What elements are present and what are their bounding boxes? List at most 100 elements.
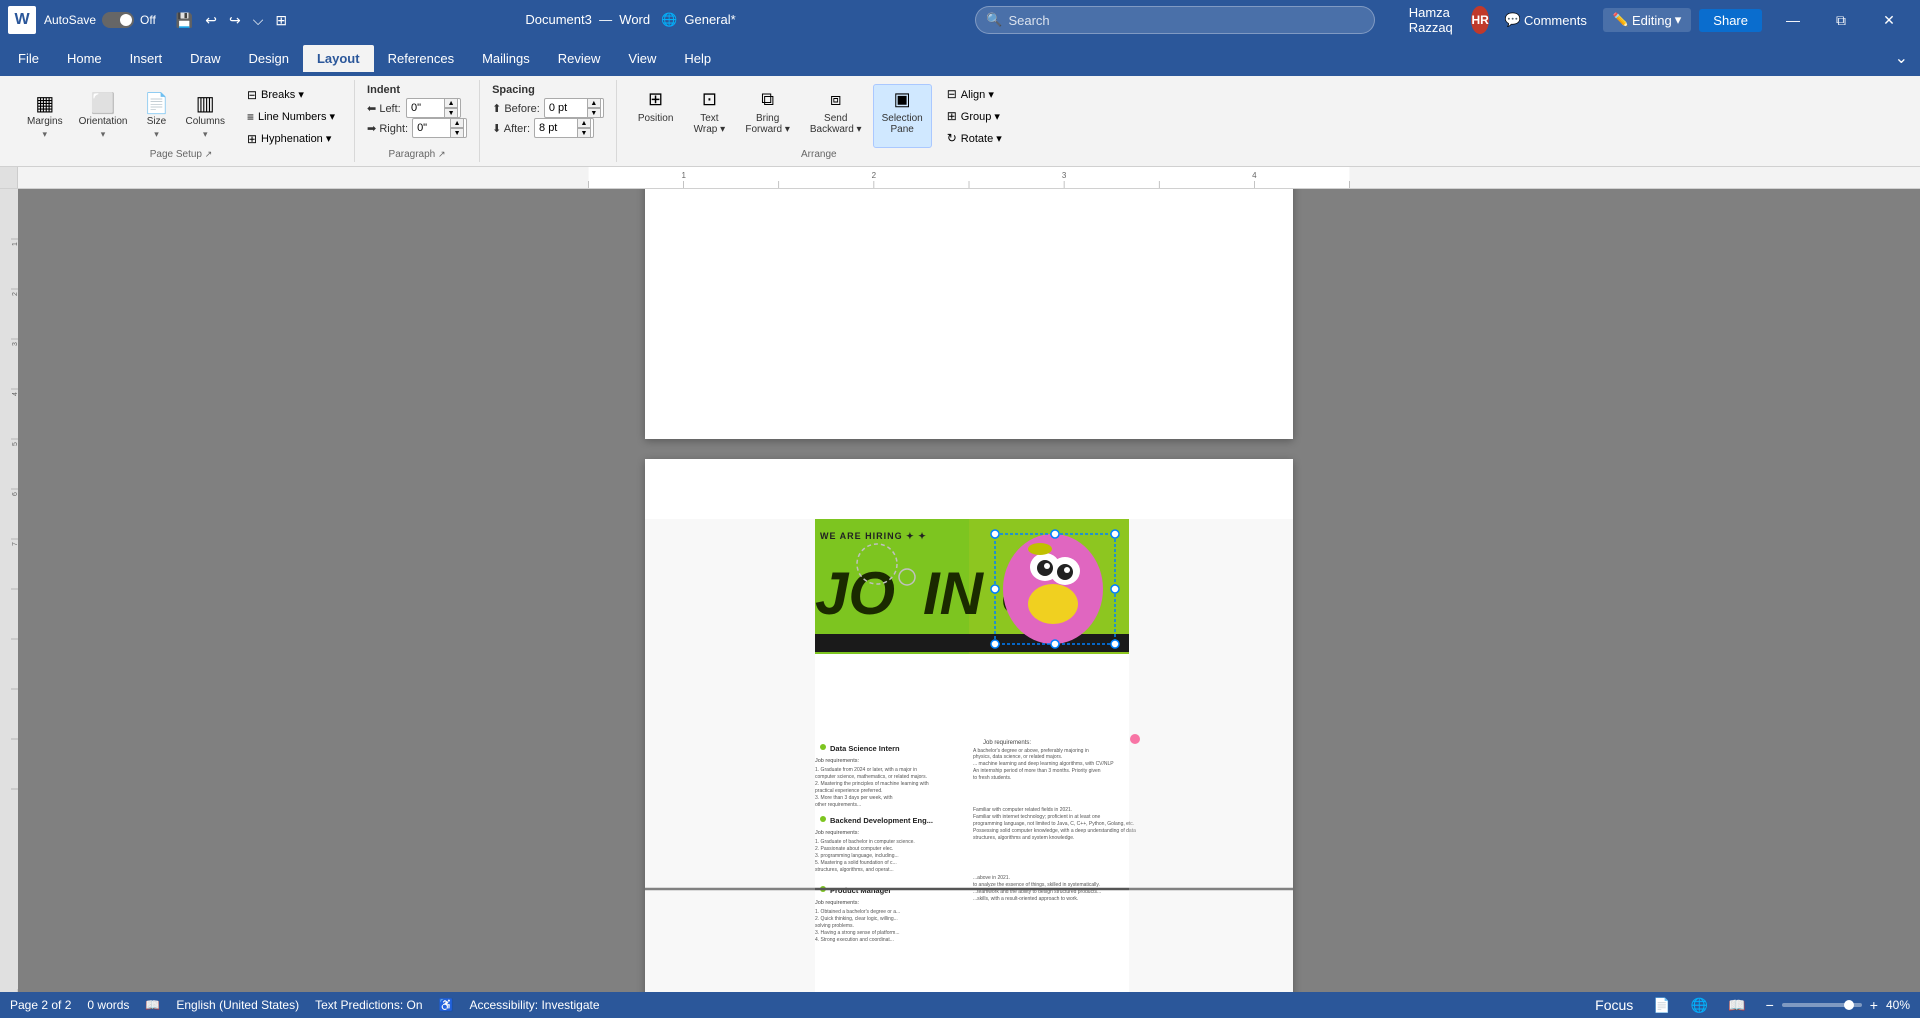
spacing-before-input[interactable]: 0 pt ▲ ▼: [544, 98, 604, 118]
tab-draw[interactable]: Draw: [176, 45, 234, 72]
spacing-header: Spacing: [492, 84, 535, 96]
tab-mailings[interactable]: Mailings: [468, 45, 544, 72]
tab-review[interactable]: Review: [544, 45, 615, 72]
tab-references[interactable]: References: [374, 45, 468, 72]
orientation-button[interactable]: ⬜ Orientation ▾: [72, 89, 135, 145]
bring-forward-button[interactable]: ⧉ BringForward ▾: [736, 84, 798, 148]
undo-button[interactable]: ↩: [201, 10, 221, 31]
status-bar: Page 2 of 2 0 words 📖 English (United St…: [0, 992, 1920, 1018]
margins-button[interactable]: ▦ Margins ▾: [20, 89, 70, 145]
indent-left-value: 0": [411, 102, 421, 114]
redo-button[interactable]: ↪: [225, 10, 245, 31]
indent-right-label: ➡ Right:: [367, 122, 408, 135]
minimize-button[interactable]: —: [1770, 0, 1816, 40]
tab-file[interactable]: File: [4, 45, 53, 72]
indent-right-down[interactable]: ▼: [450, 128, 464, 138]
web-layout-button[interactable]: 🌐: [1687, 995, 1712, 1016]
tab-view[interactable]: View: [614, 45, 670, 72]
svg-text:programming language, not limi: programming language, not limited to Jav…: [973, 821, 1134, 827]
share-button[interactable]: Share: [1699, 9, 1762, 32]
zoom-out-button[interactable]: −: [1762, 995, 1778, 1015]
svg-text:4: 4: [1252, 171, 1257, 180]
autosave-toggle[interactable]: [102, 12, 134, 28]
title-bar-left: W AutoSave Off 💾 ↩ ↪ ⌵ ⊞: [8, 6, 319, 34]
text-wrap-button[interactable]: ⊡ TextWrap ▾: [684, 84, 734, 148]
tab-layout[interactable]: Layout: [303, 45, 374, 72]
doc-name: Document3: [525, 12, 591, 27]
spacing-after-value: 8 pt: [539, 122, 557, 134]
editing-button[interactable]: ✏️ Editing ▾: [1603, 8, 1691, 32]
user-avatar: HR: [1471, 6, 1488, 34]
doc-page-1: [645, 189, 1293, 439]
zoom-slider[interactable]: [1782, 1003, 1862, 1007]
spacing-after-down[interactable]: ▼: [577, 128, 591, 138]
spacing-before-value: 0 pt: [549, 102, 567, 114]
tab-insert[interactable]: Insert: [116, 45, 177, 72]
svg-text:7: 7: [12, 542, 18, 546]
reading-view-button[interactable]: 📖: [1724, 995, 1749, 1016]
status-bar-right: Focus 📄 🌐 📖 − + 40%: [1591, 995, 1910, 1016]
svg-text:...skills, with a result-orien: ...skills, with a result-oriented approa…: [973, 896, 1078, 902]
text-pred-label: Text Predictions: On: [315, 998, 422, 1012]
indent-left-down[interactable]: ▼: [444, 108, 458, 118]
align-button[interactable]: ⊟ Align ▾: [940, 84, 1009, 104]
svg-text:computer science, mathematics,: computer science, mathematics, or relate…: [815, 774, 927, 780]
paragraph-expand-icon[interactable]: ↗: [438, 149, 446, 159]
customize-qat-button[interactable]: ⌵: [249, 10, 268, 31]
svg-text:1. Graduate from 2024 or later: 1. Graduate from 2024 or later, with a m…: [815, 767, 917, 773]
rotate-button[interactable]: ↻ Rotate ▾: [940, 128, 1009, 148]
comments-button[interactable]: 💬 Comments: [1497, 8, 1595, 32]
spacing-after-input[interactable]: 8 pt ▲ ▼: [534, 118, 594, 138]
svg-text:to fresh students.: to fresh students.: [973, 775, 1011, 781]
save-button[interactable]: 💾: [172, 10, 197, 31]
svg-text:Possessing solid computer know: Possessing solid computer knowledge, wit…: [973, 828, 1136, 834]
page-setup-expand-icon[interactable]: ↗: [205, 149, 213, 159]
focus-button[interactable]: Focus: [1591, 995, 1637, 1015]
search-bar[interactable]: 🔍 Search: [975, 6, 1375, 34]
proofing-icon: 📖: [145, 998, 160, 1012]
indent-left-input[interactable]: 0" ▲ ▼: [406, 98, 461, 118]
ribbon-content: ▦ Margins ▾ ⬜ Orientation ▾ 📄 Size ▾: [0, 76, 1920, 166]
maximize-button[interactable]: ⧉: [1818, 0, 1864, 40]
zoom-level: 40%: [1886, 998, 1910, 1012]
svg-text:2. Passionate about computer e: 2. Passionate about computer elec.: [815, 846, 893, 852]
word-count: 0 words: [87, 998, 129, 1012]
zoom-in-button[interactable]: +: [1866, 995, 1882, 1015]
indent-right-up[interactable]: ▲: [450, 118, 464, 128]
close-button[interactable]: ✕: [1866, 0, 1912, 40]
window-controls: — ⧉ ✕: [1770, 0, 1912, 40]
more-commands-button[interactable]: ⊞: [271, 10, 291, 31]
search-placeholder: Search: [1008, 13, 1049, 28]
document-title-area: Document3 — Word 🌐 General*: [319, 12, 942, 28]
doc-scroll-area[interactable]: WE ARE HIRING ✦ ✦ JO IN US: [18, 189, 1920, 992]
svg-text:physics, data science, or rela: physics, data science, or related majors…: [973, 754, 1062, 760]
spacing-before-up[interactable]: ▲: [587, 98, 601, 108]
spacing-group: Spacing ⬆ Before: 0 pt ▲ ▼ ⬇ After: 8 pt: [480, 80, 617, 162]
size-button[interactable]: 📄 Size ▾: [137, 89, 177, 145]
indent-header: Indent: [367, 84, 400, 96]
indent-right-input[interactable]: 0" ▲ ▼: [412, 118, 467, 138]
spacing-before-label: ⬆ Before:: [492, 102, 540, 115]
doc-pages: WE ARE HIRING ✦ ✦ JO IN US: [645, 219, 1293, 962]
breaks-button[interactable]: ⊟ Breaks ▾: [240, 85, 342, 105]
spacing-after-up[interactable]: ▲: [577, 118, 591, 128]
position-button[interactable]: ⊞ Position: [629, 84, 683, 148]
columns-button[interactable]: ▥ Columns ▾: [179, 89, 232, 145]
autosave-area: AutoSave Off: [44, 12, 156, 28]
selection-pane-button[interactable]: ▣ SelectionPane: [873, 84, 932, 148]
ruler-horizontal: 1 2 3 4: [0, 167, 1920, 189]
svg-text:WE ARE HIRING ✦ ✦: WE ARE HIRING ✦ ✦: [820, 531, 927, 541]
svg-text:4. Strong execution and coordi: 4. Strong execution and coordinat...: [815, 937, 894, 943]
line-numbers-button[interactable]: ≡ Line Numbers ▾: [240, 107, 342, 127]
send-backward-button[interactable]: ⧈ SendBackward ▾: [801, 84, 871, 148]
spacing-before-down[interactable]: ▼: [587, 108, 601, 118]
ribbon-collapse-button[interactable]: ⌄: [1895, 48, 1908, 68]
tab-help[interactable]: Help: [670, 45, 725, 72]
hyphenation-button[interactable]: ⊞ Hyphenation ▾: [240, 129, 342, 149]
indent-left-up[interactable]: ▲: [444, 98, 458, 108]
tab-design[interactable]: Design: [235, 45, 303, 72]
group-button[interactable]: ⊞ Group ▾: [940, 106, 1009, 126]
svg-text:practical experience preferred: practical experience preferred.: [815, 788, 883, 794]
tab-home[interactable]: Home: [53, 45, 116, 72]
print-layout-button[interactable]: 📄: [1649, 995, 1674, 1016]
